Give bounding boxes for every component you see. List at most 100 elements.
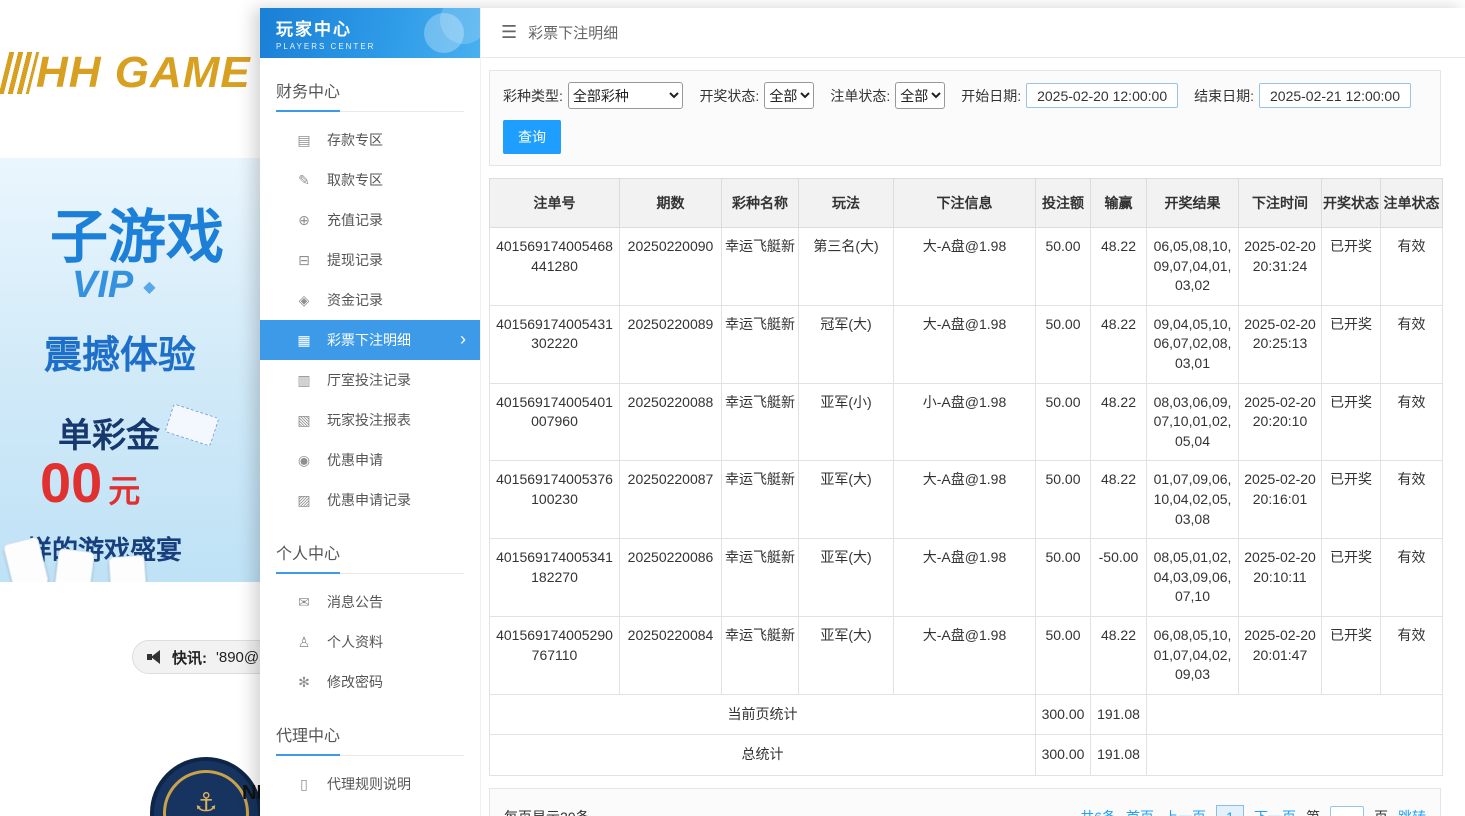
draw-result-cell: 08,05,01,02,04,03,09,06,07,10	[1147, 539, 1239, 617]
bet-row: 40156917400529076711020250220084幸运飞艇新亚军(…	[490, 616, 1443, 694]
play-type-cell: 冠军(大)	[799, 305, 894, 383]
period-cell: 20250220087	[620, 461, 722, 539]
sidebar-section-title: 财务中心	[276, 78, 464, 112]
sidebar-item-label: 代理规则说明	[327, 774, 411, 794]
column-header: 期数	[620, 179, 722, 228]
column-header: 开奖状态	[1322, 179, 1381, 228]
jump-link[interactable]: 跳转	[1398, 807, 1426, 816]
bet-row: 40156917400534118227020250220086幸运飞艇新亚军(…	[490, 539, 1443, 617]
sidebar-item-deposit-zone[interactable]: ▤存款专区	[260, 120, 480, 160]
bet-time-cell: 2025-02-20 20:31:24	[1239, 228, 1322, 306]
bet-info-cell: 小-A盘@1.98	[894, 383, 1036, 461]
summary-winloss-total: 191.08	[1091, 694, 1147, 735]
banner-text-vip: VIP◆	[72, 264, 156, 307]
bet-id-cell: 401569174005376100230	[490, 461, 620, 539]
column-header: 下注信息	[894, 179, 1036, 228]
speaker-icon	[147, 650, 163, 664]
sidebar-item-agent-rules[interactable]: ▯ 代理规则说明	[260, 764, 480, 804]
draw-status-cell: 已开奖	[1322, 305, 1381, 383]
per-page-label: 每页显示20条	[504, 807, 590, 816]
draw-status-select[interactable]: 全部	[764, 82, 814, 109]
bet-amount-cell: 50.00	[1036, 228, 1091, 306]
win-loss-cell: 48.22	[1091, 305, 1147, 383]
sidebar-item-label: 存款专区	[327, 130, 383, 150]
start-date-input[interactable]	[1026, 83, 1178, 108]
sidebar-item-change-password[interactable]: ✻修改密码	[260, 662, 480, 702]
draw-status-cell: 已开奖	[1322, 539, 1381, 617]
fund-record-icon: ◈	[296, 292, 312, 309]
play-type-cell: 亚军(大)	[799, 539, 894, 617]
draw-status-cell: 已开奖	[1322, 461, 1381, 539]
sidebar-item-messages[interactable]: ✉消息公告	[260, 582, 480, 622]
promo-record-icon: ▨	[296, 492, 312, 509]
summary-row: 当前页统计300.00191.08	[490, 694, 1443, 735]
win-loss-cell: 48.22	[1091, 616, 1147, 694]
sidebar-item-withdrawal-records[interactable]: ⊟提现记录	[260, 240, 480, 280]
query-button[interactable]: 查询	[503, 120, 561, 154]
bets-table: 注单号期数彩种名称玩法下注信息投注额输赢开奖结果下注时间开奖状态注单状态 401…	[489, 178, 1443, 776]
topbar: ☰ 彩票下注明细	[481, 8, 1465, 58]
sidebar: 玩家中心 PLAYERS CENTER 财务中心▤存款专区✎取款专区⊕充值记录⊟…	[260, 8, 481, 816]
lottery-bet-icon: ▦	[296, 332, 312, 349]
end-date-label: 结束日期:	[1194, 86, 1254, 106]
sidebar-item-promo-apply-records[interactable]: ▨优惠申请记录	[260, 480, 480, 520]
bet-row: 40156917400540100796020250220088幸运飞艇新亚军(…	[490, 383, 1443, 461]
summary-row: 总统计300.00191.08	[490, 735, 1443, 776]
prev-page-link[interactable]: 上一页	[1164, 807, 1206, 816]
voucher-icon	[165, 403, 220, 446]
page-jump-input[interactable]	[1330, 806, 1364, 816]
order-status-cell: 有效	[1381, 616, 1443, 694]
order-status-cell: 有效	[1381, 228, 1443, 306]
recharge-record-icon: ⊕	[296, 212, 312, 229]
bet-amount-cell: 50.00	[1036, 305, 1091, 383]
filter-panel: 彩种类型: 全部彩种 开奖状态: 全部 注单状态: 全部 开始日期:	[489, 70, 1441, 166]
bet-amount-cell: 50.00	[1036, 461, 1091, 539]
end-date-input[interactable]	[1259, 83, 1411, 108]
bet-id-cell: 401569174005401007960	[490, 383, 620, 461]
sidebar-item-label: 提现记录	[327, 250, 383, 270]
column-header: 开奖结果	[1147, 179, 1239, 228]
lottery-name-cell: 幸运飞艇新	[722, 539, 799, 617]
bet-row: 40156917400546844128020250220090幸运飞艇新第三名…	[490, 228, 1443, 306]
sidebar-item-agent-team-stats[interactable]: ⊞代理团队统计	[260, 804, 480, 816]
mahjong-tile-icon	[108, 555, 147, 582]
bet-row: 40156917400543130222020250220089幸运飞艇新冠军(…	[490, 305, 1443, 383]
bet-info-cell: 大-A盘@1.98	[894, 539, 1036, 617]
bet-amount-cell: 50.00	[1036, 539, 1091, 617]
sidebar-item-fund-records[interactable]: ◈资金记录	[260, 280, 480, 320]
bet-amount-cell: 50.00	[1036, 616, 1091, 694]
bet-info-cell: 大-A盘@1.98	[894, 228, 1036, 306]
first-page-link[interactable]: 首页	[1126, 807, 1154, 816]
sidebar-item-lottery-bet-details[interactable]: ▦彩票下注明细	[260, 320, 480, 360]
draw-status-cell: 已开奖	[1322, 383, 1381, 461]
lottery-type-select[interactable]: 全部彩种	[568, 82, 684, 109]
next-page-link[interactable]: 下一页	[1254, 807, 1296, 816]
banner-text-feast: 样的游戏盛宴	[26, 530, 182, 567]
agent-rules-icon: ▯	[296, 776, 312, 793]
sidebar-item-withdraw-zone[interactable]: ✎取款专区	[260, 160, 480, 200]
message-icon: ✉	[296, 594, 312, 611]
period-cell: 20250220089	[620, 305, 722, 383]
win-loss-cell: 48.22	[1091, 461, 1147, 539]
sidebar-item-label: 充值记录	[327, 210, 383, 230]
bet-id-cell: 401569174005341182270	[490, 539, 620, 617]
sidebar-item-recharge-records[interactable]: ⊕ 充值记录	[260, 200, 480, 240]
bet-id-cell: 401569174005431302220	[490, 305, 620, 383]
order-status-select[interactable]: 全部	[895, 82, 945, 109]
banner-text-experience: 震撼体验	[44, 324, 196, 379]
ticker-text: '890@	[216, 649, 259, 666]
sidebar-item-profile[interactable]: ♙个人资料	[260, 622, 480, 662]
sidebar-section-title: 代理中心	[276, 722, 464, 756]
logo-text: HH GAME	[36, 48, 251, 98]
bet-info-cell: 大-A盘@1.98	[894, 461, 1036, 539]
content-area: 彩种类型: 全部彩种 开奖状态: 全部 注单状态: 全部 开始日期:	[481, 58, 1465, 816]
period-cell: 20250220090	[620, 228, 722, 306]
sidebar-item-hall-bet-records[interactable]: ▥厅室投注记录	[260, 360, 480, 400]
menu-icon[interactable]: ☰	[501, 22, 517, 43]
sidebar-item-promo-apply[interactable]: ◉优惠申请	[260, 440, 480, 480]
sidebar-title: 玩家中心	[276, 15, 480, 40]
current-page[interactable]: 1	[1216, 805, 1244, 816]
withdraw-icon: ✎	[296, 172, 312, 189]
sidebar-item-player-bet-report[interactable]: ▧玩家投注报表	[260, 400, 480, 440]
draw-status-cell: 已开奖	[1322, 616, 1381, 694]
